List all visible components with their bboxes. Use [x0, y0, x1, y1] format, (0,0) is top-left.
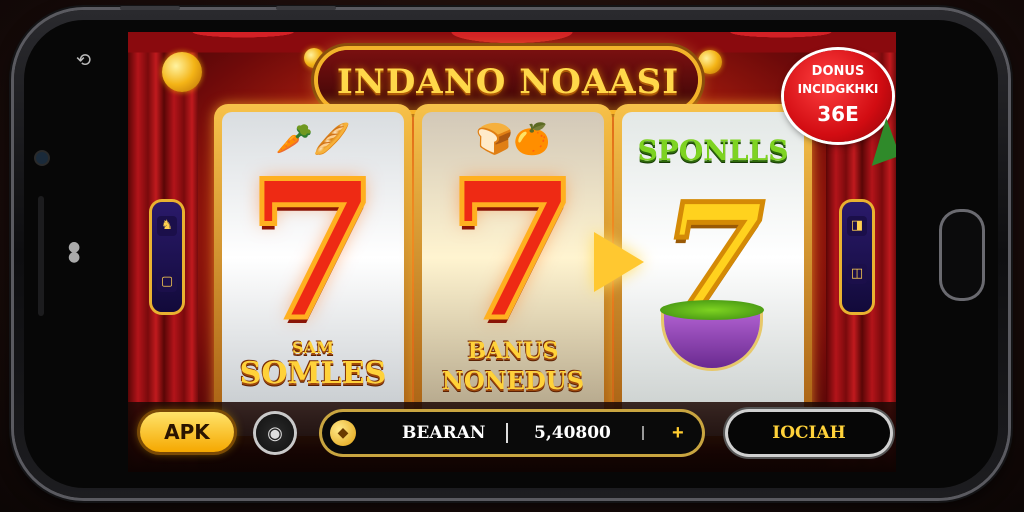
balance-bar: ◆ BEARAN 5,40800 + [322, 412, 702, 454]
home-button[interactable] [942, 212, 982, 298]
square-icon[interactable]: ▢ [157, 272, 177, 292]
arrow-icon [594, 232, 644, 292]
side-panel-left: ♞ ▢ [152, 202, 182, 312]
reel-1: 🥕🥖 7 SAM SOMLES [222, 112, 404, 436]
sensor-icon: ● ● [68, 239, 81, 265]
spin-button[interactable]: IOCIAH [728, 412, 890, 454]
knight-icon[interactable]: ♞ [157, 216, 177, 236]
reel-2-frame: 🍞🍊 7 BANUS NONEDUS [414, 104, 612, 444]
bowl-icon [660, 300, 764, 368]
apk-button[interactable]: APK [140, 412, 234, 452]
front-camera [36, 152, 48, 164]
divider [642, 426, 644, 440]
game-title: INDANO NOAASI [336, 62, 680, 102]
coin-icon [698, 50, 722, 74]
reel-3: SPONLLS 7 [622, 112, 804, 436]
rotate-icon[interactable]: ⟲ [76, 50, 91, 71]
add-funds-button[interactable]: + [672, 412, 684, 454]
game-screen: INDANO NOAASI ♞ ▢ ◨ ◫ 🥕🥖 7 SAM SOMLES 🍞🍊… [128, 32, 896, 472]
power-side-button [276, 6, 336, 10]
volume-button [120, 6, 180, 10]
power-icon[interactable]: ◉ [256, 414, 294, 452]
reel-label-small: BANUS [467, 338, 559, 364]
coin-icon: ◆ [330, 420, 356, 446]
divider [506, 423, 508, 443]
reel-label: SOMLES [239, 356, 387, 391]
grid-icon[interactable]: ◫ [847, 264, 867, 284]
reel-label: NONEDUS [441, 366, 585, 395]
balance-value: 5,40800 [534, 423, 611, 443]
seven-symbol: 7 [444, 139, 581, 362]
seven-symbol: 7 [244, 139, 381, 362]
panel-icon[interactable]: ◨ [847, 216, 867, 236]
reel-label-small: SAM [292, 338, 334, 357]
bonus-badge-line1: DONUS [811, 64, 865, 79]
side-panel-right: ◨ ◫ [842, 202, 872, 312]
speaker-grille [38, 196, 44, 316]
bonus-badge-line2: INCIDGKHKI [797, 82, 879, 96]
balance-label: BEARAN [402, 423, 486, 443]
reel-header: SPONLLS [637, 134, 789, 167]
coin-icon [162, 52, 202, 92]
reel-2: 🍞🍊 7 BANUS NONEDUS [422, 112, 604, 436]
reel-1-frame: 🥕🥖 7 SAM SOMLES [214, 104, 412, 444]
